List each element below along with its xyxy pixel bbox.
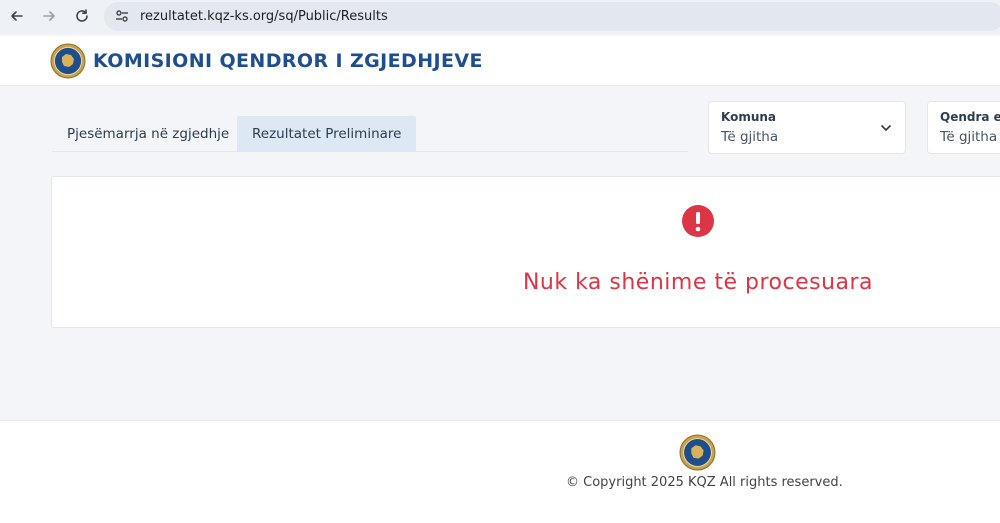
kqz-seal-logo (679, 434, 716, 471)
main-content: Pjesëmarrja në zgjedhje Rezultatet Preli… (0, 87, 1000, 420)
filter-value: Të gjitha (940, 129, 998, 145)
site-title[interactable]: KOMISIONI QENDROR I ZGJEDHJEVE (93, 50, 483, 72)
tab-turnout[interactable]: Pjesëmarrja në zgjedhje (52, 116, 244, 151)
results-panel: Nuk ka shënime të procesuara (51, 176, 1000, 328)
results-tabs: Pjesëmarrja në zgjedhje Rezultatet Preli… (52, 116, 688, 152)
tab-label: Rezultatet Preliminare (252, 125, 402, 142)
kqz-seal-logo[interactable] (50, 43, 86, 79)
tab-label: Pjesëmarrja në zgjedhje (67, 125, 230, 142)
reload-icon[interactable] (73, 7, 91, 25)
browser-toolbar: rezultatet.kqz-ks.org/sq/Public/Results (0, 0, 1000, 34)
site-footer: © Copyright 2025 KQZ All rights reserved… (0, 420, 1000, 523)
tab-preliminary-results[interactable]: Rezultatet Preliminare (237, 116, 417, 151)
site-info-icon[interactable] (114, 8, 130, 24)
filter-label: Komuna (721, 110, 777, 124)
municipality-select[interactable]: Komuna Të gjitha (708, 101, 906, 154)
address-bar[interactable]: rezultatet.kqz-ks.org/sq/Public/Results (104, 2, 1000, 31)
arrow-right-icon[interactable] (40, 7, 58, 25)
exclamation-circle-icon (681, 204, 715, 238)
filter-value: Të gjitha (721, 129, 779, 145)
chevron-down-icon[interactable] (879, 121, 893, 135)
site-header: KOMISIONI QENDROR I ZGJEDHJEVE (0, 36, 1000, 86)
polling-center-select[interactable]: Qendra e v Të gjitha (927, 101, 1000, 154)
arrow-left-icon[interactable] (8, 7, 26, 25)
url-text[interactable]: rezultatet.kqz-ks.org/sq/Public/Results (140, 9, 388, 24)
filter-label: Qendra e v (940, 110, 1000, 124)
no-data-message: Nuk ka shënime të procesuara (522, 270, 874, 295)
copyright-text: © Copyright 2025 KQZ All rights reserved… (566, 475, 843, 490)
